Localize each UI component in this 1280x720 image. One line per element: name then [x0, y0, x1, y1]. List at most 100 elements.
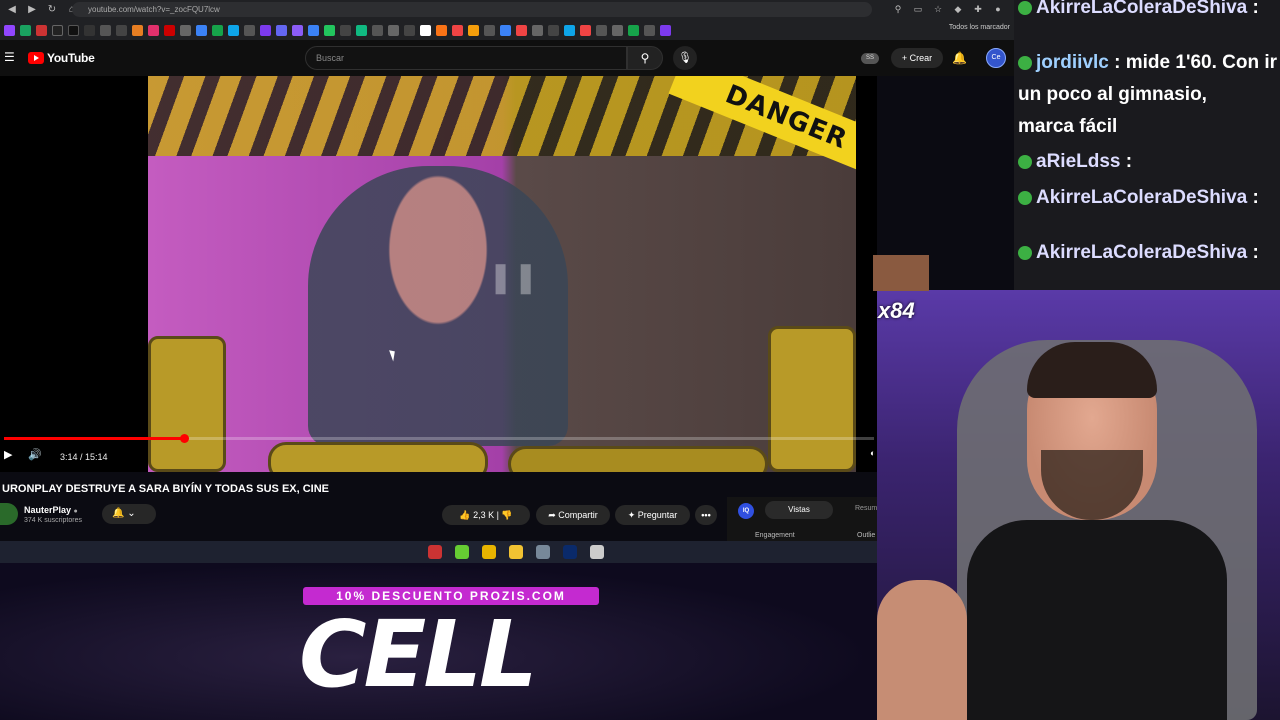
bookmark-icon[interactable]: [468, 24, 479, 36]
bookmark-twitch-icon[interactable]: [4, 24, 15, 36]
bookmark-tiktok-icon[interactable]: [68, 24, 79, 36]
bookmark-icon[interactable]: [660, 24, 671, 36]
video-player[interactable]: DANGER ❚❚ ▶ 🔊 3:14 / 15:14 ◐: [0, 76, 877, 472]
bookmark-icon[interactable]: [228, 24, 239, 36]
bookmark-icon[interactable]: [132, 24, 143, 36]
zoom-icon[interactable]: ⚲: [892, 3, 904, 15]
share-icon: ➦: [548, 510, 559, 520]
bookmark-icon[interactable]: [516, 24, 527, 36]
create-button[interactable]: + Crear: [891, 48, 943, 68]
bookmark-icon[interactable]: [260, 24, 271, 36]
bookmark-instagram-icon[interactable]: [148, 24, 159, 36]
iq-badge[interactable]: IQ: [738, 503, 754, 519]
share-button[interactable]: ➦ Compartir: [536, 505, 610, 525]
address-bar[interactable]: youtube.com/watch?v=_zocFQU7lcw: [72, 2, 872, 17]
bookmark-icon[interactable]: [388, 24, 399, 36]
avatar[interactable]: Ce: [986, 48, 1006, 68]
play-icon[interactable]: ▶: [4, 448, 12, 461]
bookmark-icon[interactable]: [180, 24, 191, 36]
chat-username[interactable]: AkirreLaColeraDeShiva: [1036, 187, 1247, 208]
bookmark-icon[interactable]: [532, 24, 543, 36]
chat-badge-icon: [1018, 0, 1032, 15]
taskbar-folder-icon[interactable]: [509, 545, 523, 559]
search-input[interactable]: Buscar: [305, 46, 627, 70]
bookmark-icon[interactable]: [84, 24, 95, 36]
bookmark-icon[interactable]: [324, 24, 335, 36]
tab-vistas[interactable]: Vistas: [765, 501, 833, 519]
like-dislike-button[interactable]: 👍 2,3 K | 👎: [442, 505, 530, 525]
cast-icon[interactable]: ▭: [912, 3, 924, 15]
all-bookmarks-link[interactable]: Todos los marcador: [949, 24, 1010, 31]
video-frame[interactable]: DANGER ❚❚: [148, 76, 856, 472]
forward-icon[interactable]: ▶: [26, 4, 38, 16]
taskbar-app-icon[interactable]: [428, 545, 442, 559]
star-icon[interactable]: ☆: [932, 3, 944, 15]
taskbar-photoshop-icon[interactable]: [563, 545, 577, 559]
bookmark-icon[interactable]: [548, 24, 559, 36]
bookmarks-bar: [0, 21, 1014, 39]
verified-icon: ●: [73, 508, 78, 515]
notifications-bell-icon[interactable]: 🔔: [952, 51, 967, 65]
chat-username[interactable]: jordiivlc: [1036, 52, 1109, 73]
bookmark-icon[interactable]: [564, 24, 575, 36]
chat-username[interactable]: aRieLdss: [1036, 151, 1120, 172]
pause-overlay-icon[interactable]: ❚❚: [488, 260, 538, 295]
taskbar-app-icon[interactable]: [590, 545, 604, 559]
bookmark-icon[interactable]: [212, 24, 223, 36]
volume-icon[interactable]: 🔊: [28, 448, 42, 461]
more-actions-button[interactable]: •••: [695, 505, 717, 525]
bookmark-icon[interactable]: [356, 24, 367, 36]
tab-resumen[interactable]: Resum: [855, 505, 877, 512]
chat-badge-icon: [1018, 190, 1032, 205]
profile-icon[interactable]: ●: [992, 3, 1004, 15]
taskbar-spotify-icon[interactable]: [455, 545, 469, 559]
barrel-left: [148, 336, 226, 472]
bookmark-gmail-icon[interactable]: [36, 24, 47, 36]
subscribe-bell-button[interactable]: 🔔 ⌄: [102, 504, 156, 524]
bookmark-icon[interactable]: [340, 24, 351, 36]
bookmark-icon[interactable]: [372, 24, 383, 36]
bookmark-icon[interactable]: [644, 24, 655, 36]
bookmark-icon[interactable]: [100, 24, 111, 36]
emote-popup-icon: [873, 255, 929, 291]
bookmark-icon[interactable]: [500, 24, 511, 36]
progress-scrubber[interactable]: [180, 434, 190, 443]
bookmark-icon[interactable]: [596, 24, 607, 36]
ask-button[interactable]: ✦ Preguntar: [615, 505, 690, 525]
menu-icon[interactable]: ☰: [4, 51, 15, 63]
reload-icon[interactable]: ↻: [46, 4, 58, 16]
bookmark-x-icon[interactable]: [52, 24, 63, 36]
bookmark-icon[interactable]: [164, 24, 175, 36]
bookmark-icon[interactable]: [420, 24, 431, 36]
ss-badge[interactable]: SS: [861, 53, 879, 64]
bookmark-kick-icon[interactable]: [20, 24, 31, 36]
bookmark-icon[interactable]: [196, 24, 207, 36]
chat-username[interactable]: AkirreLaColeraDeShiva: [1036, 0, 1247, 18]
bookmark-icon[interactable]: [628, 24, 639, 36]
bookmark-icon[interactable]: [484, 24, 495, 36]
microphone-icon[interactable]: 🎙: [673, 46, 697, 70]
bookmark-icon[interactable]: [580, 24, 591, 36]
chat-username[interactable]: AkirreLaColeraDeShiva: [1036, 242, 1247, 263]
bookmark-icon[interactable]: [116, 24, 127, 36]
thumbs-down-icon[interactable]: | 👎: [494, 510, 513, 520]
back-icon[interactable]: ◀: [6, 4, 18, 16]
puzzle-icon[interactable]: ✚: [972, 3, 984, 15]
taskbar-chrome-icon[interactable]: [482, 545, 496, 559]
bookmark-icon[interactable]: [452, 24, 463, 36]
bookmark-icon[interactable]: [244, 24, 255, 36]
bookmark-icon[interactable]: [276, 24, 287, 36]
taskbar-app-icon[interactable]: [536, 545, 550, 559]
bookmark-icon[interactable]: [436, 24, 447, 36]
extension-icon[interactable]: ◆: [952, 3, 964, 15]
youtube-logo[interactable]: YouTube: [28, 51, 95, 65]
search-icon[interactable]: ⚲: [627, 46, 663, 70]
channel-avatar[interactable]: [0, 503, 18, 525]
bookmark-icon[interactable]: [308, 24, 319, 36]
settings-icon[interactable]: ◐: [870, 448, 875, 458]
bookmark-icon[interactable]: [292, 24, 303, 36]
bookmark-icon[interactable]: [612, 24, 623, 36]
channel-name[interactable]: NauterPlay ●: [24, 505, 78, 515]
progress-bar[interactable]: [4, 434, 874, 443]
bookmark-icon[interactable]: [404, 24, 415, 36]
